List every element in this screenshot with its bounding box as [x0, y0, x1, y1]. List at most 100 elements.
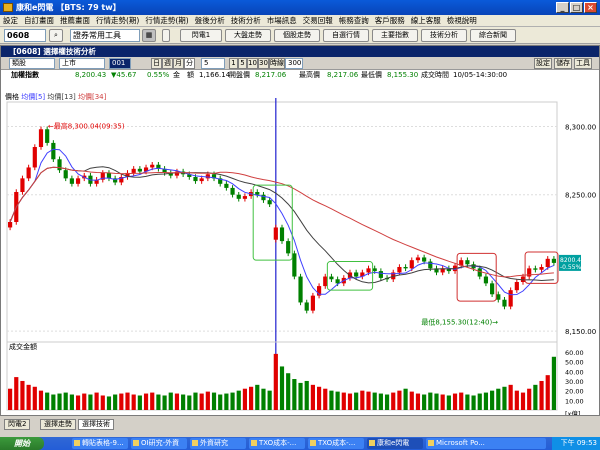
- volume-bar: [8, 388, 13, 410]
- market-select[interactable]: 上市: [59, 58, 105, 69]
- maximize-button[interactable]: □: [570, 2, 583, 13]
- close-button[interactable]: ×: [584, 2, 597, 13]
- candle-body: [51, 142, 56, 160]
- task-item[interactable]: Microsoft Po...: [426, 438, 546, 449]
- volume-bar: [539, 380, 544, 410]
- menu-item[interactable]: 市場訊息: [264, 15, 300, 27]
- period-minute[interactable]: 分: [184, 58, 195, 69]
- volume-bar: [249, 386, 254, 410]
- volume-bar: [38, 390, 44, 410]
- period-day[interactable]: 日: [151, 58, 162, 69]
- period-month[interactable]: 月: [173, 58, 184, 69]
- candle-body: [242, 196, 248, 199]
- candle-body: [508, 290, 513, 307]
- task-icon: [310, 440, 316, 446]
- toolbar-button-technical[interactable]: 技術分析: [421, 29, 467, 42]
- volume-bar: [100, 395, 105, 410]
- tool-select[interactable]: 證券常用工具: [70, 29, 140, 42]
- task-icon: [192, 440, 198, 446]
- settings-button[interactable]: 設定: [534, 58, 552, 69]
- menu-item[interactable]: 設定: [0, 15, 21, 27]
- toolbar-button-news[interactable]: 綜合新聞: [470, 29, 516, 42]
- minute-step-5[interactable]: 5: [238, 58, 247, 69]
- toolbar-button-watchlist[interactable]: 自選行情: [323, 29, 369, 42]
- menu-item[interactable]: 行情走勢(期): [142, 15, 191, 27]
- volume-bar: [156, 394, 161, 410]
- task-icon: [74, 440, 80, 446]
- task-icon: [133, 440, 139, 446]
- menu-item[interactable]: 技術分析: [228, 15, 264, 27]
- menu-item[interactable]: 線上客服: [408, 15, 444, 27]
- menu-item[interactable]: 交易回報: [300, 15, 336, 27]
- volume-tick-label: 20.00: [565, 388, 584, 396]
- volume-bar: [75, 395, 81, 410]
- menu-item[interactable]: 客戶服務: [372, 15, 408, 27]
- candle-body: [286, 241, 291, 254]
- time-value: 10/05-14:30:00: [453, 71, 508, 79]
- volume-bar: [255, 384, 260, 410]
- menu-item[interactable]: 帳務查詢: [336, 15, 372, 27]
- task-item[interactable]: 外資研究: [190, 438, 246, 449]
- volume-bar: [434, 393, 439, 410]
- volume-bar: [193, 392, 198, 410]
- stock-code-input[interactable]: 0608: [4, 29, 46, 42]
- volume-bar: [57, 393, 62, 410]
- volume-bar: [490, 390, 495, 410]
- minute-step-10[interactable]: 10: [247, 58, 258, 69]
- menu-item[interactable]: 檢視說明: [444, 15, 480, 27]
- toolbar-button-stock[interactable]: 個股走勢: [274, 29, 320, 42]
- volume-bar: [440, 394, 445, 410]
- tools-button[interactable]: 工具: [574, 58, 592, 69]
- period-week[interactable]: 週: [162, 58, 173, 69]
- volume-bar: [335, 391, 340, 410]
- tool-icon[interactable]: ▦: [142, 29, 156, 42]
- search-icon[interactable]: ⌕: [49, 29, 63, 42]
- task-item[interactable]: OI研究-外資: [131, 438, 187, 449]
- start-button[interactable]: 開始: [0, 437, 44, 450]
- volume-bar: [187, 395, 192, 410]
- index-select[interactable]: 001: [109, 58, 131, 69]
- volume-bar: [465, 394, 470, 410]
- volume-bar: [279, 366, 285, 410]
- minute-step-30[interactable]: 30: [258, 58, 269, 69]
- task-item[interactable]: TXO成本-...: [249, 438, 305, 449]
- candle-body: [551, 258, 556, 263]
- tab-option-technical[interactable]: 選擇技術: [78, 419, 114, 430]
- type-select[interactable]: 類股: [9, 58, 55, 69]
- tick-input[interactable]: 300: [285, 58, 303, 69]
- toolbar-button-indices[interactable]: 主要指數: [372, 29, 418, 42]
- save-button[interactable]: 儲存: [554, 58, 572, 69]
- technical-chart[interactable]: 8,150.00 8,250.00 8,300.00 ←最高8,300.04(09:3…: [1, 80, 599, 415]
- minimize-button[interactable]: _: [556, 2, 569, 13]
- volume-bar: [477, 393, 482, 410]
- task-item[interactable]: 轉貼表格-9...: [72, 438, 128, 449]
- task-item[interactable]: TXO成本-...: [308, 438, 364, 449]
- candle-body: [236, 194, 241, 199]
- volume-bar: [527, 388, 532, 410]
- menu-item[interactable]: 自訂畫面: [21, 15, 57, 27]
- task-icon: [428, 440, 434, 446]
- toolbar-button-flash1[interactable]: 閃電1: [180, 29, 222, 42]
- volume-bar: [69, 394, 74, 410]
- volume-bar: [14, 377, 19, 410]
- candle-body: [514, 282, 519, 291]
- tab-flash2[interactable]: 閃電2: [4, 419, 31, 430]
- time-label: 成交時間: [421, 71, 449, 79]
- volume-bar: [205, 391, 210, 410]
- candle-body: [69, 178, 74, 184]
- toolbar-button-market[interactable]: 大盤走勢: [225, 29, 271, 42]
- tab-option-trend[interactable]: 選擇走勢: [40, 419, 76, 430]
- volume-bar: [304, 380, 309, 410]
- minute-select[interactable]: 5: [201, 58, 225, 69]
- volume-unit-label: [x億]: [565, 409, 580, 415]
- price-tick-label: 8,250.00: [565, 192, 596, 200]
- menu-item[interactable]: 盤後分析: [192, 15, 228, 27]
- task-item-active[interactable]: 康和e閃電: [367, 438, 423, 449]
- volume-bar: [310, 384, 315, 410]
- menu-item[interactable]: 行情走勢(期): [93, 15, 142, 27]
- volume-bar: [354, 392, 359, 410]
- menu-item[interactable]: 推薦畫面: [57, 15, 93, 27]
- candle-body: [539, 267, 544, 270]
- low-value: 8,155.30: [387, 71, 419, 79]
- minute-step-1[interactable]: 1: [229, 58, 238, 69]
